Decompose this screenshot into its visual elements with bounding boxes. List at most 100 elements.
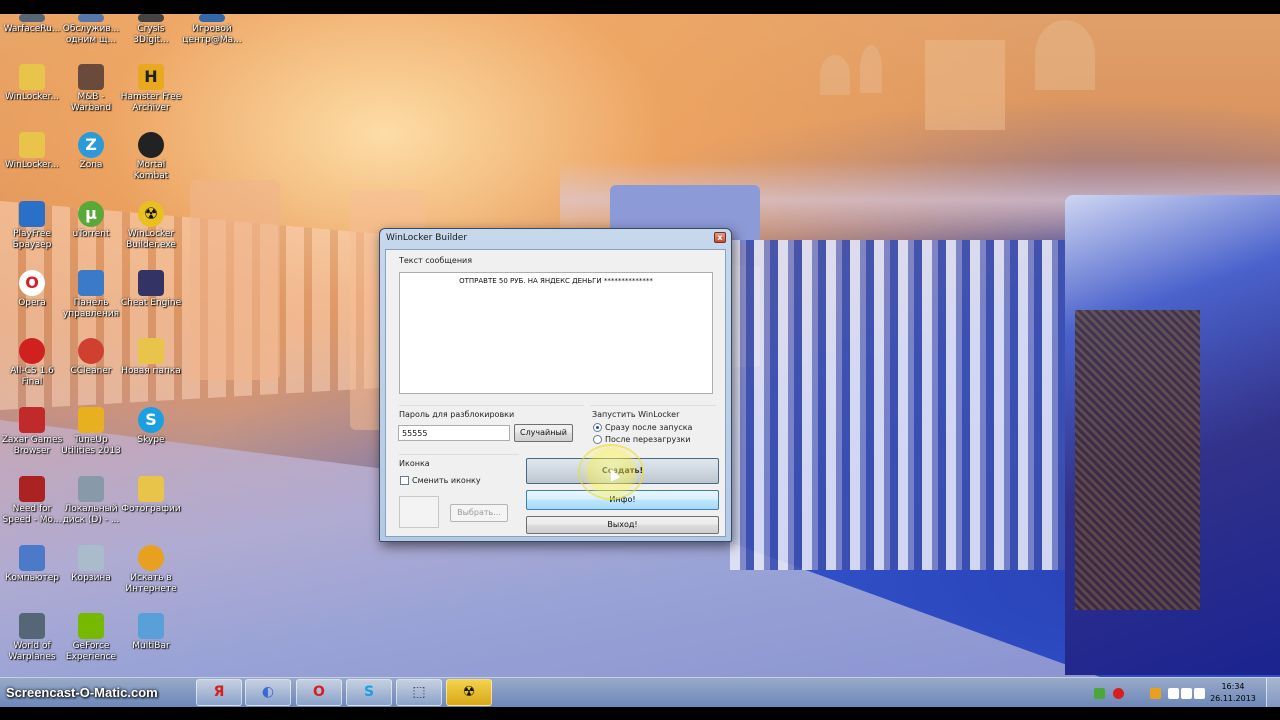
desktop-icon-nfs[interactable]: Need for Speed - Mo... [0,476,64,526]
winlocker-builder-dialog: WinLocker Builder x Текст сообщения ОТПР… [379,228,732,542]
browse-icon-button[interactable]: Выбрать... [450,504,508,522]
icon-label: Иконка [399,459,430,468]
desktop-icon-wow[interactable]: World of Warplanes [0,613,64,663]
random-password-button[interactable]: Случайный [514,424,573,442]
icon-preview [399,496,439,528]
tray-app-icon[interactable] [1150,688,1161,699]
wallpaper-pillar [190,180,280,380]
launch-label: Запустить WinLocker [592,410,680,419]
wallpaper-pillar-granite [1075,310,1200,610]
ccleaner-icon [78,338,104,364]
dialog-title: WinLocker Builder [386,233,468,243]
counter-strike-icon [19,338,45,364]
desktop-icon-new-folder[interactable]: Новая папка [119,338,183,377]
create-button[interactable]: Создать! [526,458,719,484]
radio-immediately[interactable] [593,423,602,432]
desktop-icon-recycle-bin[interactable]: Корзина [59,545,123,584]
desktop-icon-allcs[interactable]: All-CS 1.6 Final [0,338,64,388]
desktop-icon-mb-warband[interactable]: M&B - Warband [59,64,123,114]
divider [590,405,716,406]
desktop-icon-zaxar[interactable]: Zaxar Games Browser [0,407,64,457]
taskbar-media-button[interactable]: ◐ [245,679,291,706]
crysis-icon [138,14,164,22]
desktop-icon-control-panel[interactable]: Панель управления [59,270,123,320]
playfree-browser-icon [19,201,45,227]
wallpaper-frosted-railing [730,240,1080,570]
change-icon-label[interactable]: Сменить иконку [412,476,481,485]
taskbar-skype-button[interactable]: S [346,679,392,706]
desktop-icon-multibar[interactable]: MultiBar [119,613,183,652]
desktop-icon-game-center[interactable]: Игровой центр@Ma... [180,14,244,46]
change-icon-checkbox[interactable] [400,476,409,485]
skype-icon: S [138,407,164,433]
multibar-icon [138,613,164,639]
desktop-icon-tuneup[interactable]: TuneUp Utilities 2013 [59,407,123,457]
game-center-icon [199,14,225,22]
mortal-kombat-icon [138,132,164,158]
recycle-bin-icon [78,545,104,571]
radio-after-reboot-label[interactable]: После перезагрузки [605,435,691,444]
desktop-icon-utorrent[interactable]: µ uTorrent [59,201,123,240]
desktop-icon-local-disk[interactable]: Локальный диск (D) - ... [59,476,123,526]
taskbar-yandex-button[interactable]: Я [196,679,242,706]
show-desktop-button[interactable] [1266,678,1280,707]
warband-icon [78,64,104,90]
desktop-icon-hamster[interactable]: H Hamster Free Archiver [119,64,183,114]
warface-icon [19,14,45,22]
zaxar-games-icon [19,407,45,433]
geforce-icon [78,613,104,639]
desktop-icon-geforce[interactable]: GeForce Experience [59,613,123,663]
tray-antivirus-icon[interactable] [1113,688,1124,699]
wallpaper-dome [820,55,850,95]
world-of-warplanes-icon [19,613,45,639]
desktop-icon-winlocker-folder[interactable]: WinLocker... [0,64,64,103]
exit-button[interactable]: Выход! [526,516,719,534]
info-button[interactable]: Инфо! [526,490,719,510]
divider [399,405,584,406]
desktop-icon-computer[interactable]: Компьютер [0,545,64,584]
password-input[interactable]: 55555 [398,425,510,441]
control-panel-icon [78,270,104,296]
tray-flag-icon[interactable] [1168,688,1179,699]
hamster-archiver-icon: H [138,64,164,90]
desktop-icon-crysis[interactable]: Crysis 3Digit... [119,14,183,46]
taskbar [0,677,1280,707]
taskbar-screencast-button[interactable]: ⬚ [396,679,442,706]
folder-icon [138,338,164,364]
close-icon[interactable]: x [714,232,726,243]
message-textarea[interactable]: ОТПРАВТЕ 50 РУБ. НА ЯНДЕКС ДЕНЬГИ ******… [399,272,713,394]
desktop-icon-search-internet[interactable]: Искать в Интернете [119,545,183,595]
cheat-engine-icon [138,270,164,296]
letterbox-top [0,0,1280,14]
tuneup-icon [78,407,104,433]
desktop-icon-playfree[interactable]: PlayFree Браузер [0,201,64,251]
radio-after-reboot[interactable] [593,435,602,444]
taskbar-opera-button[interactable]: O [296,679,342,706]
radio-immediately-label[interactable]: Сразу после запуска [605,423,692,432]
folder-icon [19,64,45,90]
desktop-icon-cheat-engine[interactable]: Cheat Engine [119,270,183,309]
wallpaper-building [925,40,1005,130]
desktop-icon-obsluzh[interactable]: Обслужив... одним щ... [59,14,123,46]
desktop-icon-ccleaner[interactable]: CCleaner [59,338,123,377]
tray-network-icon[interactable] [1094,688,1105,699]
desktop-icon-zona[interactable]: Z Zona [59,132,123,171]
taskbar-winlocker-button[interactable]: ☢ [446,679,492,706]
tray-volume-icon[interactable] [1194,688,1205,699]
disk-icon [78,476,104,502]
folder-icon [138,476,164,502]
divider [399,454,519,455]
tray-wifi-icon[interactable] [1181,688,1192,699]
desktop-icon-winlocker-folder-2[interactable]: WinLocker... [0,132,64,171]
taskbar-clock[interactable]: 16:34 26.11.2013 [1208,681,1258,705]
desktop-icon-warface[interactable]: WarfaceRu... [0,14,64,35]
need-for-speed-icon [19,476,45,502]
desktop-icon-opera[interactable]: O Opera [0,270,64,309]
desktop-icon-mortal-kombat[interactable]: Mortal Kombat [119,132,183,182]
wallpaper-dome [860,45,882,93]
desktop-icon-photos[interactable]: Фотографии [119,476,183,515]
desktop-icon-winlocker-builder[interactable]: ☢ WinLocker Builder.exe [119,201,183,251]
zona-icon: Z [78,132,104,158]
utorrent-icon: µ [78,201,104,227]
desktop-icon-skype[interactable]: S Skype [119,407,183,446]
